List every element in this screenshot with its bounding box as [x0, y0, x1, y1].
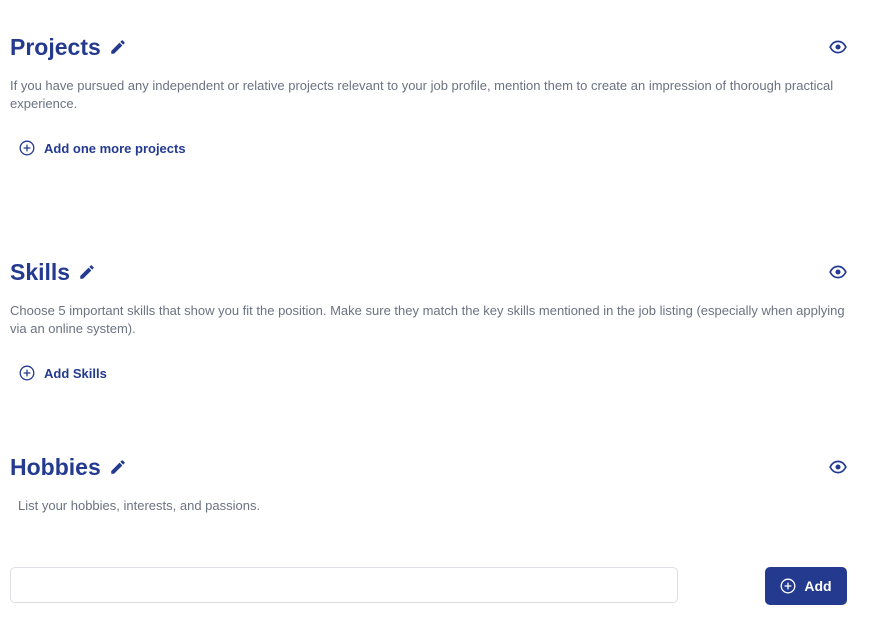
skills-title: Skills — [10, 259, 71, 285]
add-skills-button[interactable]: Add Skills — [19, 364, 107, 382]
eye-icon[interactable] — [829, 459, 847, 475]
plus-circle-icon — [780, 578, 796, 594]
pencil-icon[interactable] — [78, 263, 96, 281]
plus-circle-icon — [19, 140, 35, 156]
projects-title: Projects — [10, 34, 101, 60]
hobbies-header: Hobbies — [10, 451, 850, 483]
eye-icon[interactable] — [829, 39, 847, 55]
projects-description: If you have pursued any independent or r… — [10, 78, 834, 111]
skills-section: Skills Choose 5 important skills that sh… — [10, 256, 850, 386]
hobbies-description: List your hobbies, interests, and passio… — [18, 498, 261, 513]
plus-circle-icon — [19, 365, 35, 381]
skills-title-wrap: Skills — [10, 256, 96, 288]
hobby-input[interactable] — [10, 567, 678, 603]
projects-section: Projects If you have pursued any indepen… — [10, 31, 850, 161]
hobbies-title-wrap: Hobbies — [10, 451, 127, 483]
add-hobby-button[interactable]: Add — [765, 567, 847, 605]
add-project-label: Add one more projects — [44, 140, 186, 156]
add-skills-label: Add Skills — [44, 365, 107, 381]
add-project-button[interactable]: Add one more projects — [19, 139, 186, 157]
hobbies-title: Hobbies — [10, 454, 101, 480]
projects-header: Projects — [10, 31, 850, 63]
eye-icon[interactable] — [829, 264, 847, 280]
pencil-icon[interactable] — [109, 38, 127, 56]
projects-title-wrap: Projects — [10, 31, 127, 63]
add-hobby-label: Add — [804, 578, 832, 594]
hobbies-section: Hobbies List your hobbies, interests, an… — [10, 451, 850, 515]
skills-description: Choose 5 important skills that show you … — [10, 303, 845, 336]
pencil-icon[interactable] — [109, 458, 127, 476]
skills-header: Skills — [10, 256, 850, 288]
